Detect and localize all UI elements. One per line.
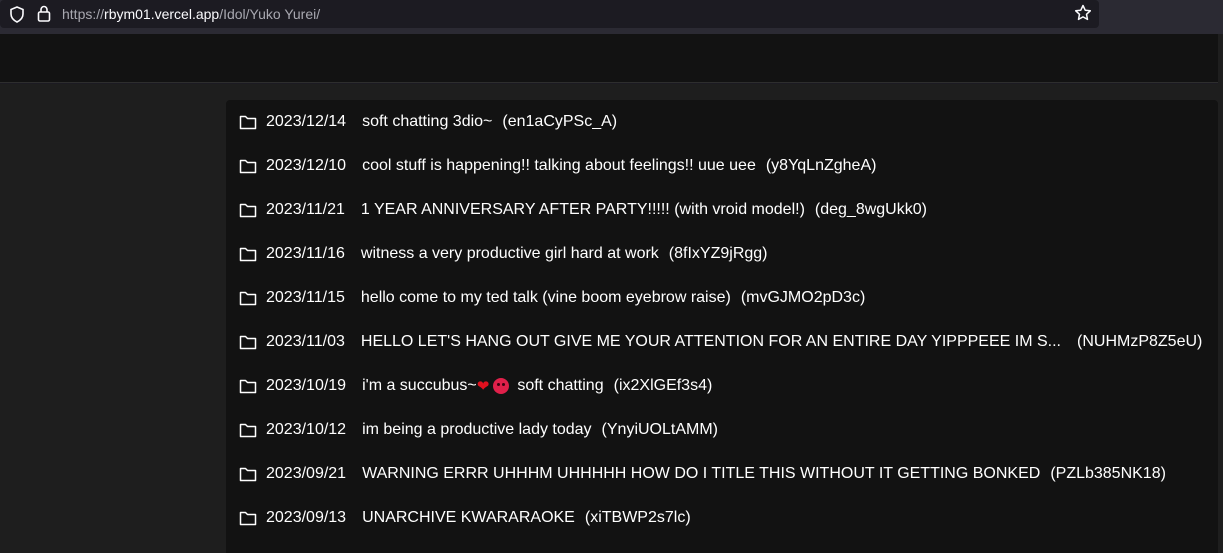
list-item[interactable]: 2023/09/21 WARNING ERRR UHHHM UHHHHH HOW… bbox=[239, 462, 1166, 486]
video-date: 2023/12/14 bbox=[266, 113, 347, 130]
video-date: 2023/09/13 bbox=[266, 509, 347, 526]
list-item[interactable]: 2023/09/13 UNARCHIVE KWARARAOKE (xiTBWP2… bbox=[239, 506, 691, 530]
smiling-devil-emoji-icon bbox=[493, 378, 510, 394]
video-id: (PZLb385NK18) bbox=[1050, 465, 1166, 482]
heart-emoji-icon: ❤ bbox=[476, 378, 490, 395]
folder-icon bbox=[239, 115, 257, 130]
list-item[interactable]: 2023/10/12 im being a productive lady to… bbox=[239, 418, 718, 442]
video-date: 2023/11/16 bbox=[266, 245, 345, 262]
video-title: soft chatting 3dio~ bbox=[362, 113, 493, 130]
video-id: (en1aCyPSc_A) bbox=[502, 113, 618, 130]
video-date: 2023/10/12 bbox=[266, 421, 347, 438]
video-date: 2023/11/15 bbox=[266, 289, 345, 306]
folder-icon bbox=[239, 423, 257, 438]
site-header bbox=[0, 34, 1223, 83]
url-path: /Idol/Yuko Yurei/ bbox=[219, 6, 321, 22]
list-item[interactable]: 2023/12/14 soft chatting 3dio~ (en1aCyPS… bbox=[239, 110, 617, 134]
video-title: HELLO LET'S HANG OUT GIVE ME YOUR ATTENT… bbox=[360, 333, 1061, 350]
list-item[interactable]: 2023/11/03 HELLO LET'S HANG OUT GIVE ME … bbox=[239, 330, 1202, 354]
video-title-part: i'm a succubus~ bbox=[362, 377, 477, 394]
video-title: UNARCHIVE KWARARAOKE bbox=[362, 509, 575, 526]
folder-icon bbox=[239, 247, 257, 262]
video-date: 2023/11/21 bbox=[266, 201, 345, 218]
url-prefix: https:// bbox=[62, 6, 105, 22]
browser-toolbar: https://rbym01.vercel.app/Idol/Yuko Yure… bbox=[0, 0, 1223, 34]
bookmark-star-icon[interactable] bbox=[1074, 4, 1092, 22]
video-title: 1 YEAR ANNIVERSARY AFTER PARTY!!!!! (wit… bbox=[360, 201, 805, 218]
folder-icon bbox=[239, 203, 257, 218]
list-item[interactable]: 2023/12/10 cool stuff is happening!! tal… bbox=[239, 154, 876, 178]
video-title: im being a productive lady today bbox=[362, 421, 592, 438]
video-title: cool stuff is happening!! talking about … bbox=[362, 157, 756, 174]
video-id: (NUHMzP8Z5eU) bbox=[1077, 333, 1203, 350]
url-text[interactable]: https://rbym01.vercel.app/Idol/Yuko Yure… bbox=[62, 6, 320, 22]
address-bar[interactable]: https://rbym01.vercel.app/Idol/Yuko Yure… bbox=[0, 0, 1099, 28]
video-id: (y8YqLnZgheA) bbox=[765, 157, 877, 174]
folder-icon bbox=[239, 159, 257, 174]
video-id: (xiTBWP2s7lc) bbox=[584, 509, 691, 526]
video-id: (8fIxYZ9jRgg) bbox=[668, 245, 768, 262]
list-item[interactable]: 2023/11/21 1 YEAR ANNIVERSARY AFTER PART… bbox=[239, 198, 927, 222]
video-date: 2023/11/03 bbox=[266, 333, 345, 350]
video-id: (deg_8wgUkk0) bbox=[814, 201, 927, 218]
scrollbar[interactable] bbox=[1218, 34, 1223, 553]
folder-icon bbox=[239, 511, 257, 526]
video-date: 2023/09/21 bbox=[266, 465, 347, 482]
video-date: 2023/10/19 bbox=[266, 377, 347, 394]
folder-icon bbox=[239, 467, 257, 482]
list-item[interactable]: 2023/11/16 witness a very productive gir… bbox=[239, 242, 768, 266]
video-title-part: soft chatting bbox=[517, 377, 604, 394]
video-id: (ix2XlGEf3s4) bbox=[613, 377, 713, 394]
video-id: (YnyiUOLtAMM) bbox=[601, 421, 718, 438]
video-title: WARNING ERRR UHHHM UHHHHH HOW DO I TITLE… bbox=[362, 465, 1041, 482]
lock-icon[interactable] bbox=[37, 5, 51, 22]
video-title: witness a very productive girl hard at w… bbox=[360, 245, 659, 262]
folder-icon bbox=[239, 291, 257, 306]
tracking-protection-shield-icon[interactable] bbox=[9, 6, 25, 23]
video-title: hello come to my ted talk (vine boom eye… bbox=[360, 289, 731, 306]
folder-icon bbox=[239, 335, 257, 350]
folder-icon bbox=[239, 379, 257, 394]
url-host: rbym01.vercel.app bbox=[104, 6, 220, 22]
video-id: (mvGJMO2pD3c) bbox=[740, 289, 866, 306]
list-item[interactable]: 2023/11/15 hello come to my ted talk (vi… bbox=[239, 286, 865, 310]
list-item[interactable]: 2023/10/19 i'm a succubus~ ❤ soft chatti… bbox=[239, 374, 712, 398]
video-date: 2023/12/10 bbox=[266, 157, 347, 174]
